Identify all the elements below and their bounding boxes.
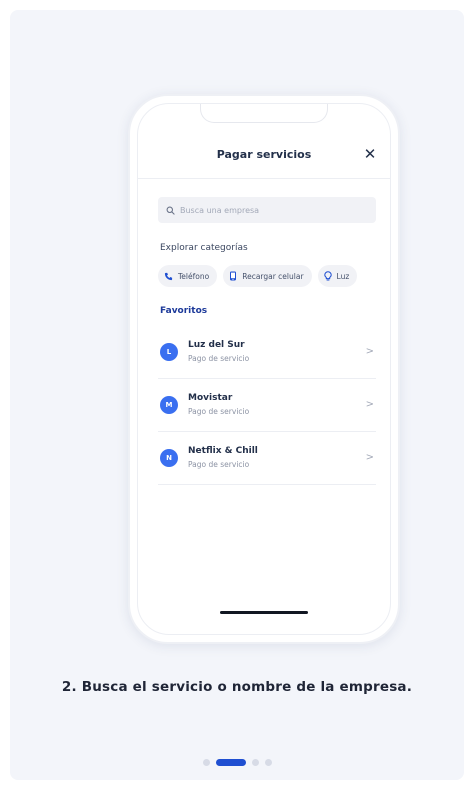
search-icon (166, 206, 175, 215)
header-divider (138, 178, 390, 179)
chevron-right-icon: > (365, 452, 374, 463)
favorite-name: Movistar (188, 393, 233, 403)
favorite-name: Netflix & Chill (188, 446, 258, 456)
phone-icon (164, 272, 173, 280)
mobile-icon (230, 271, 237, 281)
chevron-right-icon: > (365, 346, 374, 357)
chevron-right-icon: > (365, 399, 374, 410)
onboarding-card: Pagar servicios ✕ Explorar categorías (10, 10, 464, 780)
pagination-dot-3[interactable] (251, 759, 259, 766)
category-chips: Teléfono Recargar celular Luz (158, 265, 358, 287)
pagination-dot-2-active[interactable] (215, 759, 246, 766)
avatar: M (160, 396, 178, 414)
favorite-item-netflix-chill[interactable]: N Netflix & Chill Pago de servicio > (158, 432, 376, 485)
phone-screen: Pagar servicios ✕ Explorar categorías (137, 103, 391, 635)
favorite-subtitle: Pago de servicio (188, 354, 250, 363)
favorite-name: Luz del Sur (188, 340, 245, 350)
category-chip-recargar-celular[interactable]: Recargar celular (223, 265, 312, 287)
step-caption: 2. Busca el servicio o nombre de la empr… (61, 679, 413, 695)
pagination-dot-4[interactable] (264, 759, 272, 766)
avatar: N (160, 449, 178, 467)
pagination-dot-1[interactable] (202, 759, 210, 766)
home-indicator (220, 611, 308, 614)
close-icon: ✕ (363, 145, 377, 163)
screen-title: Pagar servicios (216, 148, 312, 161)
chip-label: Teléfono (178, 271, 210, 281)
avatar: L (160, 343, 178, 361)
explore-categories-title: Explorar categorías (160, 243, 248, 253)
category-chip-telefono[interactable]: Teléfono (158, 265, 218, 287)
chip-label: Luz (336, 271, 350, 281)
search-bar[interactable] (158, 197, 376, 223)
pagination-dots (10, 759, 464, 766)
category-chip-luz[interactable]: Luz (317, 265, 358, 287)
favorites-title: Favoritos (160, 306, 208, 316)
favorite-item-luz-del-sur[interactable]: L Luz del Sur Pago de servicio > (158, 326, 376, 379)
favorite-subtitle: Pago de servicio (188, 460, 250, 469)
search-input[interactable] (180, 205, 340, 215)
favorite-item-movistar[interactable]: M Movistar Pago de servicio > (158, 379, 376, 432)
lightbulb-icon (323, 271, 332, 281)
chip-label: Recargar celular (242, 271, 304, 281)
phone-mockup: Pagar servicios ✕ Explorar categorías (128, 94, 400, 644)
favorite-subtitle: Pago de servicio (188, 407, 250, 416)
close-button[interactable]: ✕ (360, 144, 380, 164)
phone-notch (200, 104, 328, 123)
screen-header: Pagar servicios ✕ (138, 140, 390, 170)
favorites-list: L Luz del Sur Pago de servicio > M Movis… (138, 326, 390, 485)
